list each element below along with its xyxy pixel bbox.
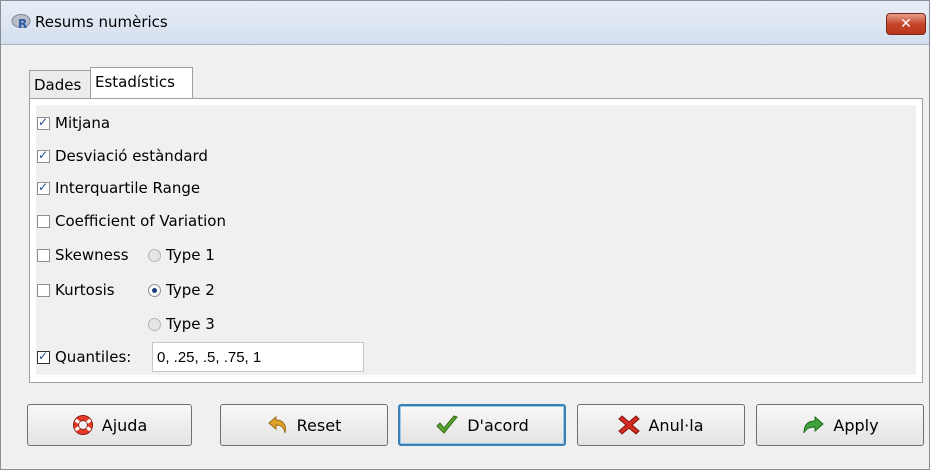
type-1-radio[interactable] (148, 248, 161, 262)
red-x-icon (618, 415, 641, 435)
close-icon: ✕ (900, 16, 912, 32)
iqr-label: Interquartile Range (55, 179, 201, 197)
checkmark-icon (436, 415, 459, 434)
reset-button[interactable]: Reset (220, 404, 388, 446)
quantiles-checkbox[interactable] (37, 349, 50, 364)
option-desviacio[interactable]: Desviació estàndard (37, 145, 208, 167)
tab-dades[interactable]: Dades (29, 70, 91, 98)
statistics-panel (29, 98, 923, 383)
svg-text:R: R (18, 17, 27, 31)
forward-arrow-icon (803, 415, 825, 434)
option-quantiles[interactable]: Quantiles: (37, 346, 131, 368)
coefficient-label: Coefficient of Variation (55, 212, 226, 230)
apply-label: Apply (833, 415, 879, 435)
title-bar[interactable]: R Resums numèrics ✕ (1, 1, 929, 45)
desviacio-checkbox[interactable] (37, 148, 50, 163)
cancel-button[interactable]: Anul·la (577, 404, 745, 446)
help-button[interactable]: Ajuda (27, 404, 192, 446)
option-coefficient[interactable]: Coefficient of Variation (37, 210, 226, 232)
ok-label: D'acord (467, 415, 529, 435)
type-2-option[interactable]: Type 2 (148, 279, 215, 301)
iqr-checkbox[interactable] (37, 180, 50, 195)
type-3-label: Type 3 (166, 315, 215, 333)
desviacio-label: Desviació estàndard (55, 147, 208, 165)
reset-label: Reset (296, 415, 342, 435)
window-title: Resums numèrics (35, 13, 168, 31)
kurtosis-checkbox[interactable] (37, 283, 50, 297)
quantiles-input[interactable] (152, 342, 364, 372)
ok-button[interactable]: D'acord (398, 404, 566, 446)
tab-estadistics[interactable]: Estadístics (90, 67, 193, 98)
option-skewness[interactable]: Skewness (37, 244, 129, 266)
help-label: Ajuda (101, 415, 148, 435)
skewness-checkbox[interactable] (37, 248, 50, 262)
apply-button[interactable]: Apply (756, 404, 924, 446)
option-kurtosis[interactable]: Kurtosis (37, 279, 115, 301)
type-3-radio[interactable] (148, 317, 161, 331)
quantiles-label: Quantiles: (55, 348, 132, 366)
dialog-window: R Resums numèrics ✕ Dades Estadístics Mi… (0, 0, 930, 470)
lifebuoy-icon (72, 415, 93, 435)
mitjana-checkbox[interactable] (37, 115, 50, 130)
type-3-option[interactable]: Type 3 (148, 313, 215, 335)
coefficient-checkbox[interactable] (37, 214, 50, 228)
option-mitjana[interactable]: Mitjana (37, 112, 110, 134)
undo-arrow-icon (267, 415, 286, 434)
close-button[interactable]: ✕ (886, 13, 926, 35)
r-app-icon: R (11, 14, 31, 31)
type-2-label: Type 2 (166, 281, 215, 299)
mitjana-label: Mitjana (55, 114, 111, 132)
type-1-option[interactable]: Type 1 (148, 244, 215, 266)
kurtosis-label: Kurtosis (55, 281, 115, 299)
cancel-label: Anul·la (648, 415, 704, 435)
skewness-label: Skewness (55, 246, 129, 264)
type-1-label: Type 1 (166, 246, 215, 264)
type-2-radio[interactable] (148, 283, 161, 297)
option-iqr[interactable]: Interquartile Range (37, 177, 200, 199)
